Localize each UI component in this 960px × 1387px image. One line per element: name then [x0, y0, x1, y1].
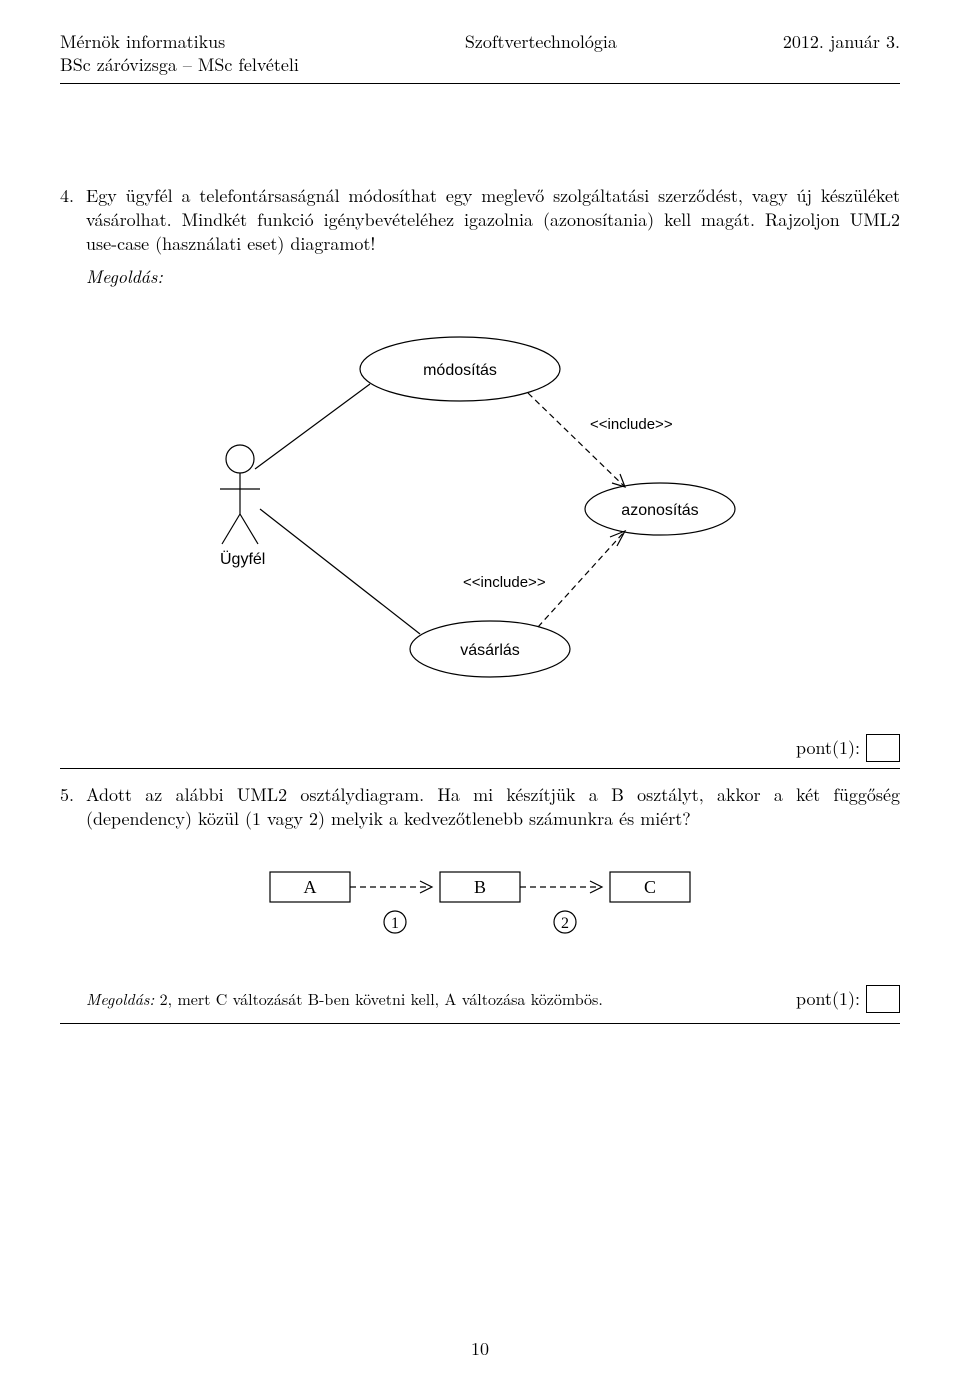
arrowhead-icon [610, 531, 625, 546]
header-left-line1: Mérnök informatikus [60, 30, 299, 53]
question-4: 4.Egy ügyfél a telefontársaságnál módosí… [60, 184, 900, 289]
usecase-diagram: Ügyfél módosítás vásárlás azonosítás <<i… [60, 309, 900, 714]
separator-rule [60, 768, 900, 769]
usecase-identify-label: azonosítás [621, 502, 698, 519]
include-label-2: <<include>> [463, 574, 546, 591]
points-box-q4 [866, 734, 900, 762]
assoc-actor-buy [260, 509, 420, 634]
question-5-solution-text: 2, mert C változását B-ben követni kell,… [160, 987, 603, 1010]
question-4-solution-label: Megoldás: [86, 265, 900, 289]
header-right: 2012. január 3. [783, 30, 900, 53]
question-5-number: 5. [60, 783, 86, 807]
question-4-number: 4. [60, 184, 86, 208]
actor-icon [220, 445, 260, 544]
class-b-label: B [474, 877, 486, 897]
separator-rule-2 [60, 1023, 900, 1024]
class-diagram: A B C 1 2 [60, 862, 900, 957]
points-label-q4: pont(1): [796, 735, 860, 760]
assoc-actor-modify [255, 384, 370, 469]
class-c-label: C [644, 877, 656, 897]
points-label-q5: pont(1): [796, 986, 860, 1011]
include-modify-identify [528, 393, 625, 487]
question-4-text: Egy ügyfél a telefontársaságnál módosíth… [86, 183, 900, 257]
label-1: 1 [391, 915, 399, 932]
header-rule [60, 83, 900, 84]
question-5-solution-label: Megoldás: [86, 987, 154, 1010]
usecase-modify-label: módosítás [423, 362, 497, 379]
question-4-points: pont(1): [60, 734, 900, 762]
page-number: 10 [0, 1336, 960, 1361]
class-a-label: A [304, 877, 317, 897]
include-buy-identify [538, 531, 625, 627]
question-5-text: Adott az alábbi UML2 osztálydiagram. Ha … [86, 782, 900, 831]
header-left-line2: BSc záróvizsga – MSc felvételi [60, 53, 299, 76]
actor-label: Ügyfél [220, 550, 265, 568]
include-label-1: <<include>> [590, 416, 673, 433]
question-5-solution-row: Megoldás: 2, mert C változását B-ben köv… [60, 985, 900, 1013]
question-5: 5.Adott az alábbi UML2 osztálydiagram. H… [60, 783, 900, 832]
page-header: Mérnök informatikus BSc záróvizsga – MSc… [60, 30, 900, 77]
points-box-q5 [866, 985, 900, 1013]
header-center: Szoftvertechnológia [465, 30, 617, 53]
label-2: 2 [561, 915, 569, 932]
usecase-buy-label: vásárlás [460, 642, 520, 659]
